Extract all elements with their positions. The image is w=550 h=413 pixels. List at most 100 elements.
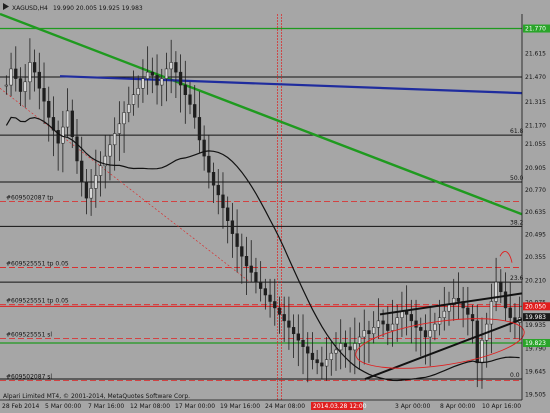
price-tick-label: 19.645 <box>525 369 546 376</box>
price-tick-label: 20.770 <box>525 187 546 194</box>
price-badge-label: 21.770 <box>525 26 546 33</box>
price-tick-label: 21.470 <box>525 74 546 81</box>
candle-body <box>155 75 159 86</box>
candle-body <box>404 310 409 315</box>
order-label: #609525551 tp 0.05 <box>6 261 69 268</box>
candle-body <box>480 339 484 364</box>
time-tick-label: 17 Mar 00:00 <box>175 403 215 410</box>
candle-body <box>254 272 258 283</box>
candle-body <box>466 307 470 315</box>
chart-header: XAGUSD,H4 19.990 20.005 19.925 19.983 <box>3 3 143 12</box>
candle-body <box>475 320 479 364</box>
candle-body <box>489 301 494 325</box>
candle-body <box>372 327 376 335</box>
candle-body <box>75 136 79 162</box>
candle-body <box>273 301 277 309</box>
candle-body <box>263 288 268 296</box>
candle-body <box>230 220 235 234</box>
candle-body <box>470 314 475 322</box>
candle-body <box>428 330 432 338</box>
candle-body <box>84 181 89 199</box>
price-tick-label: 21.170 <box>525 122 546 129</box>
candle-body <box>235 233 239 247</box>
candle-body <box>61 126 65 144</box>
candle-body <box>357 336 362 344</box>
candle-body <box>324 359 329 367</box>
candle-body <box>423 330 428 338</box>
price-tick-label: 20.355 <box>525 254 546 261</box>
price-badge-label: 20.050 <box>525 303 546 310</box>
candle-body <box>296 333 300 341</box>
time-tick-label: 5 Mar 00:00 <box>45 403 81 410</box>
candle-body <box>414 320 418 328</box>
candle-body <box>503 291 508 309</box>
price-badge-label: 19.983 <box>525 314 546 321</box>
price-tick-label: 19.935 <box>525 322 546 329</box>
candle-body <box>4 84 9 87</box>
candle-body <box>310 352 315 360</box>
mt4-chart-window[interactable]: XAGUSD,H4 19.990 20.005 19.925 19.983 Al… <box>0 0 550 413</box>
candle-body <box>395 317 399 325</box>
candle-body <box>409 314 413 322</box>
candle-body <box>301 339 305 347</box>
candle-body <box>169 62 173 70</box>
fib-level-label: 38.2 <box>510 219 524 226</box>
fib-level-label: 23.6 <box>510 275 524 282</box>
price-tick-label: 21.615 <box>525 51 546 58</box>
candle-body <box>174 62 178 73</box>
candle-body <box>141 78 145 89</box>
candle-body <box>306 346 310 354</box>
candle-body <box>508 307 512 318</box>
order-label: #609525551 tp 0.05 <box>6 298 69 305</box>
price-chart[interactable]: XAGUSD,H4 19.990 20.005 19.925 19.983 Al… <box>0 0 550 413</box>
candle-body <box>160 78 164 86</box>
candle-body <box>244 256 249 267</box>
candle-body <box>291 327 296 335</box>
price-badge-label: 19.823 <box>525 340 546 347</box>
candle-body <box>14 68 18 79</box>
candle-body <box>376 320 381 328</box>
candle-body <box>320 362 324 367</box>
candle-body <box>80 160 84 183</box>
candle-body <box>343 343 348 347</box>
fib-level-label: 61.8 <box>510 128 524 135</box>
candle-body <box>353 343 357 351</box>
candle-body <box>456 298 461 302</box>
time-tick-label: 7 Mar 16:00 <box>88 403 124 410</box>
candle-body <box>65 110 70 128</box>
candle-body <box>334 349 338 354</box>
candle-body <box>113 133 117 146</box>
candle-body <box>127 104 131 113</box>
candle-body <box>23 81 27 92</box>
candle-body <box>211 172 216 186</box>
candle-body <box>178 71 183 86</box>
candle-body <box>42 88 46 102</box>
candle-body <box>367 330 371 335</box>
time-tick-label: 8 Apr 00:00 <box>440 403 475 410</box>
candle-body <box>117 123 122 134</box>
candle-body <box>240 246 244 257</box>
price-tick-label: 19.505 <box>525 391 546 398</box>
crosshair-date-label: 2014.03.28 12:00 <box>313 403 367 410</box>
candle-body <box>94 175 98 189</box>
candle-body <box>9 68 13 86</box>
candle-body <box>188 94 192 105</box>
fib-level-label: 50.0 <box>510 175 524 182</box>
fib-level-label: 0.0 <box>510 372 520 379</box>
order-label: #609525551 sl <box>6 332 52 339</box>
candle-body <box>381 320 385 325</box>
candle-body <box>339 343 343 351</box>
candle-body <box>131 94 136 105</box>
price-tick-label: 20.495 <box>525 231 546 238</box>
candle-body <box>98 165 103 176</box>
candle-body <box>202 139 206 157</box>
candle-body <box>433 323 437 331</box>
chart-background <box>0 0 550 413</box>
candle-body <box>108 144 112 157</box>
copyright-notice: Alpari Limited MT4, © 2001-2014, MetaQuo… <box>3 393 190 400</box>
price-tick-label: 21.315 <box>525 99 546 106</box>
price-tick-label: 21.055 <box>525 141 546 148</box>
candle-body <box>216 184 220 196</box>
candle-body <box>315 359 319 364</box>
candle-body <box>193 104 197 118</box>
